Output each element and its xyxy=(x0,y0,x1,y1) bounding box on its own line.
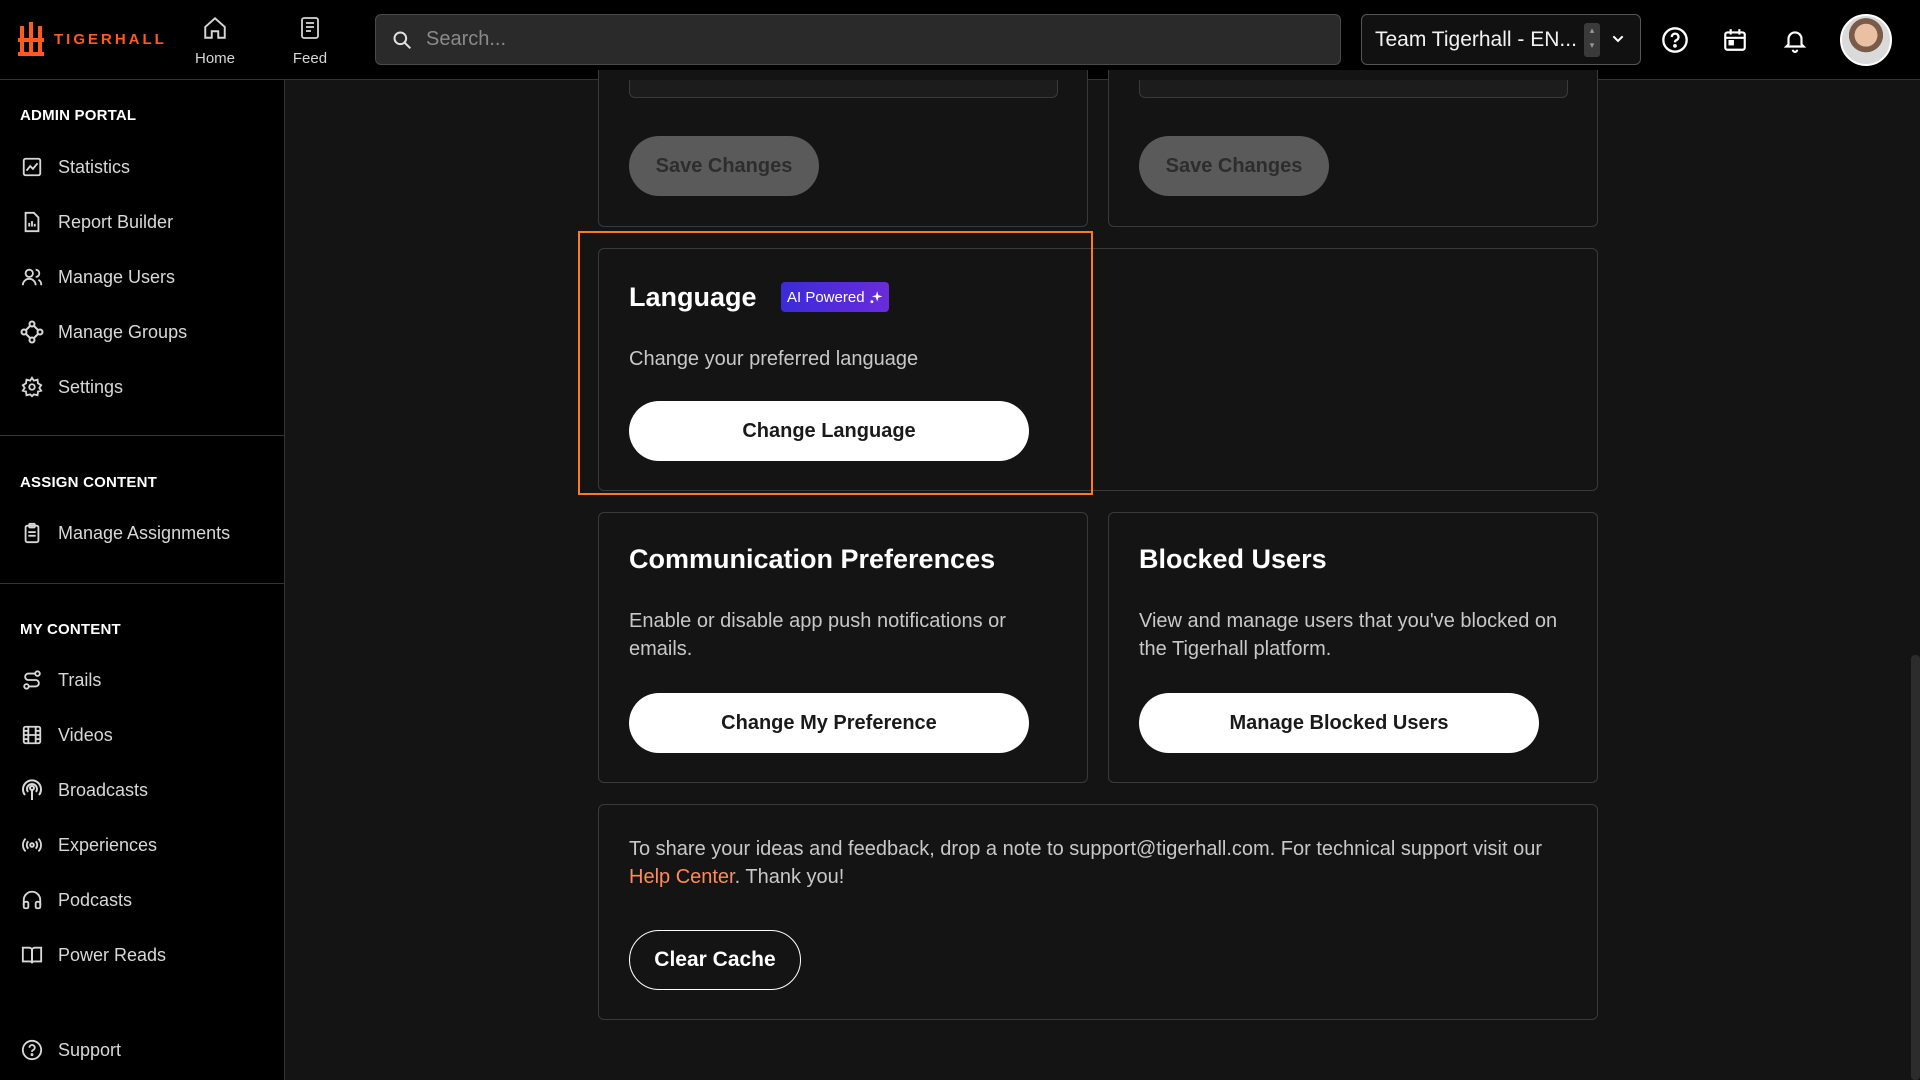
communication-title: Communication Preferences xyxy=(629,544,996,574)
feed-icon xyxy=(298,12,322,44)
nav-home[interactable]: Home xyxy=(180,12,250,72)
signal-icon xyxy=(20,833,44,857)
broadcast-icon xyxy=(20,778,44,802)
home-icon xyxy=(202,12,228,44)
language-card: Language AI Powered Change your preferre… xyxy=(598,248,1598,491)
nav-feed[interactable]: Feed xyxy=(275,12,345,72)
sidebar-item-label: Trails xyxy=(58,669,102,690)
team-selector-stepper[interactable]: ▴ ▾ xyxy=(1584,23,1600,57)
save-changes-button[interactable]: Save Changes xyxy=(1139,136,1329,196)
user-avatar[interactable] xyxy=(1840,14,1892,66)
groups-icon xyxy=(20,320,44,344)
settings-card-top-right: Save Changes xyxy=(1108,70,1598,227)
text-field[interactable] xyxy=(629,80,1058,98)
feedback-card: To share your ideas and feedback, drop a… xyxy=(598,804,1598,1020)
sidebar-item-trails[interactable]: Trails xyxy=(20,668,101,692)
search-input[interactable] xyxy=(424,27,1340,52)
sidebar-item-label: Experiences xyxy=(58,834,158,855)
sidebar-item-label: Settings xyxy=(58,376,124,397)
calendar-icon xyxy=(1724,29,1746,51)
blocked-users-description: View and manage users that you've blocke… xyxy=(1139,610,1558,660)
search-icon xyxy=(393,31,412,49)
sidebar-item-label: Report Builder xyxy=(58,211,174,232)
sidebar-item-label: Podcasts xyxy=(58,889,133,910)
clear-cache-button[interactable]: Clear Cache xyxy=(629,930,801,990)
calendar-button[interactable] xyxy=(1719,24,1751,56)
sidebar-item-label: Support xyxy=(58,1039,122,1060)
logo-text: TIGERHALL xyxy=(54,30,167,48)
feedback-text-after: . Thank you! xyxy=(734,866,845,888)
feedback-text: To share your ideas and feedback, drop a… xyxy=(629,835,1569,891)
sidebar-item-label: Manage Assignments xyxy=(58,522,231,543)
headphones-icon xyxy=(20,888,44,912)
film-icon xyxy=(20,723,44,747)
sidebar-item-experiences[interactable]: Experiences xyxy=(20,833,157,857)
section-title-admin-portal: ADMIN PORTAL xyxy=(20,107,137,124)
feedback-text-before: To share your ideas and feedback, drop a… xyxy=(629,838,1543,860)
gear-icon xyxy=(20,375,44,399)
sidebar-item-power-reads[interactable]: Power Reads xyxy=(20,943,166,967)
sidebar-item-settings[interactable]: Settings xyxy=(20,375,123,399)
nav-feed-label: Feed xyxy=(292,50,328,67)
change-my-preference-button[interactable]: Change My Preference xyxy=(629,693,1029,753)
sparkle-icon xyxy=(870,291,882,304)
sidebar: ADMIN PORTAL Statistics Report Builder M… xyxy=(0,80,285,1080)
manage-blocked-users-button[interactable]: Manage Blocked Users xyxy=(1139,693,1539,753)
chart-icon xyxy=(20,155,44,179)
help-icon xyxy=(1662,27,1688,53)
notifications-button[interactable] xyxy=(1779,24,1811,56)
sidebar-item-podcasts[interactable]: Podcasts xyxy=(20,888,132,912)
text-field[interactable] xyxy=(1139,80,1568,98)
communication-preferences-card: Communication Preferences Enable or disa… xyxy=(598,512,1088,783)
sidebar-item-broadcasts[interactable]: Broadcasts xyxy=(20,778,148,802)
sidebar-item-label: Broadcasts xyxy=(58,779,149,800)
section-title-assign-content: ASSIGN CONTENT xyxy=(20,474,157,491)
report-icon xyxy=(20,210,44,234)
team-selector[interactable]: Team Tigerhall - EN... ▴ ▾ xyxy=(1361,14,1641,65)
page-scrollbar[interactable] xyxy=(1911,655,1920,1080)
nav-home-label: Home xyxy=(194,50,235,67)
communication-description: Enable or disable app push notifications… xyxy=(629,610,1006,660)
blocked-users-title: Blocked Users xyxy=(1139,544,1327,574)
book-icon xyxy=(20,943,44,967)
sidebar-item-label: Power Reads xyxy=(58,944,167,965)
tiger-logo-icon xyxy=(18,22,44,56)
sidebar-item-label: Manage Groups xyxy=(58,321,188,342)
save-changes-button[interactable]: Save Changes xyxy=(629,136,819,196)
sidebar-item-label: Manage Users xyxy=(58,266,176,287)
chevron-down-icon xyxy=(1612,35,1624,43)
sidebar-item-support[interactable]: Support xyxy=(20,1038,121,1062)
help-button[interactable] xyxy=(1659,24,1691,56)
language-title: Language xyxy=(629,282,757,312)
team-selector-value: Team Tigerhall - EN... xyxy=(1375,27,1577,51)
bell-icon xyxy=(1783,31,1807,53)
change-language-button[interactable]: Change Language xyxy=(629,401,1029,461)
blocked-users-card: Blocked Users View and manage users that… xyxy=(1108,512,1598,783)
sidebar-item-manage-users[interactable]: Manage Users xyxy=(20,265,175,289)
sidebar-item-videos[interactable]: Videos xyxy=(20,723,113,747)
top-bar: TIGERHALL Home Feed Team Tigerhall - EN.… xyxy=(0,0,1920,80)
sidebar-item-report-builder[interactable]: Report Builder xyxy=(20,210,173,234)
sidebar-item-label: Statistics xyxy=(58,156,131,177)
sidebar-item-manage-assignments[interactable]: Manage Assignments xyxy=(20,521,230,545)
settings-card-top-left: Save Changes xyxy=(598,70,1088,227)
help-center-link[interactable]: Help Center xyxy=(629,866,735,888)
sidebar-item-manage-groups[interactable]: Manage Groups xyxy=(20,320,187,344)
tigerhall-logo[interactable]: TIGERHALL xyxy=(18,22,167,56)
sidebar-divider xyxy=(0,583,285,584)
section-title-my-content: MY CONTENT xyxy=(20,621,121,638)
ai-badge-label: AI Powered xyxy=(787,288,865,306)
sidebar-item-label: Videos xyxy=(58,724,113,745)
clipboard-icon xyxy=(20,521,44,545)
help-icon xyxy=(20,1038,44,1062)
ai-powered-badge: AI Powered xyxy=(781,282,889,312)
trail-icon xyxy=(20,668,44,692)
sidebar-item-statistics[interactable]: Statistics xyxy=(20,155,130,179)
users-icon xyxy=(20,265,44,289)
language-description: Change your preferred language xyxy=(629,348,919,370)
search-bar[interactable] xyxy=(375,14,1341,65)
sidebar-divider xyxy=(0,435,285,436)
